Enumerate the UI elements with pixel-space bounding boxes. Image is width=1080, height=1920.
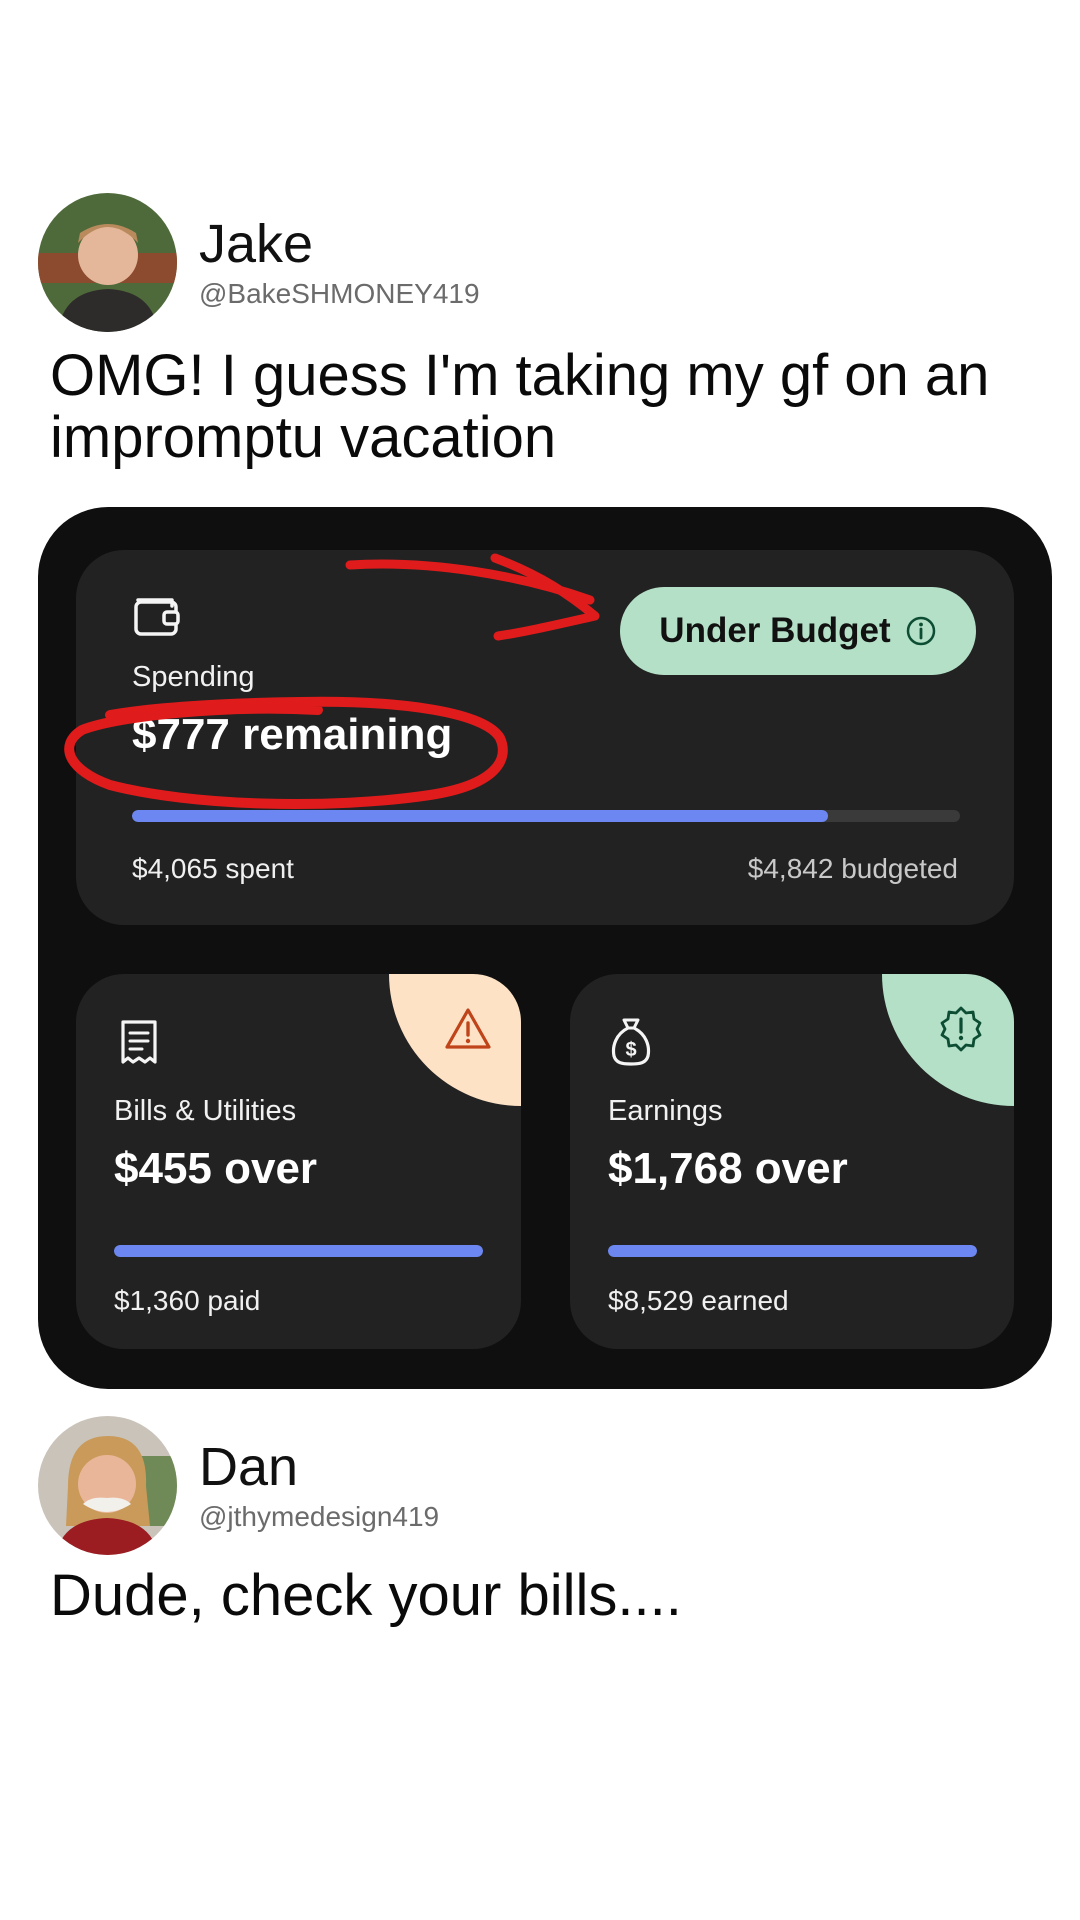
bills-label: Bills & Utilities (114, 1095, 297, 1127)
under-budget-label: Under Budget (659, 611, 891, 650)
earnings-over-amount: $1,768 over (608, 1144, 848, 1193)
post-text: Dude, check your bills.... (50, 1563, 682, 1628)
post-text: OMG! I guess I'm taking my gf on an impr… (50, 343, 990, 470)
alert-badge-icon (940, 1006, 982, 1052)
bills-paid-amount: $1,360 paid (114, 1285, 261, 1316)
avatar-jake-image (38, 193, 177, 332)
budget-screenshot: Spending $777 remaining $4,065 spent $4,… (38, 507, 1052, 1389)
earnings-label: Earnings (608, 1095, 723, 1127)
money-bag-icon: $ (611, 1018, 651, 1066)
bills-warning-corner (389, 974, 521, 1106)
avatar-dan[interactable] (38, 1416, 177, 1555)
earnings-alert-corner (882, 974, 1014, 1106)
receipt-icon (121, 1020, 157, 1064)
earnings-progress-fill (608, 1245, 977, 1257)
avatar-jake[interactable] (38, 193, 177, 332)
post-header-dan: Dan @jthymedesign419 (38, 1416, 439, 1555)
user-name[interactable]: Jake (199, 214, 480, 274)
budgeted-amount: $4,842 budgeted (747, 853, 958, 884)
bills-card[interactable]: Bills & Utilities $455 over $1,360 paid (76, 974, 521, 1349)
warning-icon (445, 1008, 491, 1049)
bills-over-amount: $455 over (114, 1144, 318, 1193)
spent-amount: $4,065 spent (132, 853, 294, 884)
svg-text:$: $ (625, 1039, 636, 1061)
under-budget-badge[interactable]: Under Budget (620, 587, 976, 675)
info-icon[interactable] (905, 615, 937, 647)
post-header-jake: Jake @BakeSHMONEY419 (38, 193, 480, 332)
bills-progress-fill (114, 1245, 483, 1257)
avatar-dan-image (38, 1416, 177, 1555)
user-name[interactable]: Dan (199, 1437, 439, 1497)
spending-progress-bar (132, 810, 960, 822)
spending-label: Spending (132, 661, 255, 693)
user-handle[interactable]: @jthymedesign419 (199, 1499, 439, 1535)
earnings-earned-amount: $8,529 earned (608, 1285, 789, 1316)
bills-progress-bar (114, 1245, 483, 1257)
remaining-amount: $777 remaining (132, 710, 453, 759)
spending-progress-fill (132, 810, 828, 822)
user-handle[interactable]: @BakeSHMONEY419 (199, 276, 480, 312)
earnings-card[interactable]: $ Earnings $1,768 over $8,529 earned (570, 974, 1014, 1349)
wallet-icon (134, 598, 180, 636)
earnings-progress-bar (608, 1245, 977, 1257)
spending-card[interactable]: Spending $777 remaining $4,065 spent $4,… (76, 550, 1014, 925)
